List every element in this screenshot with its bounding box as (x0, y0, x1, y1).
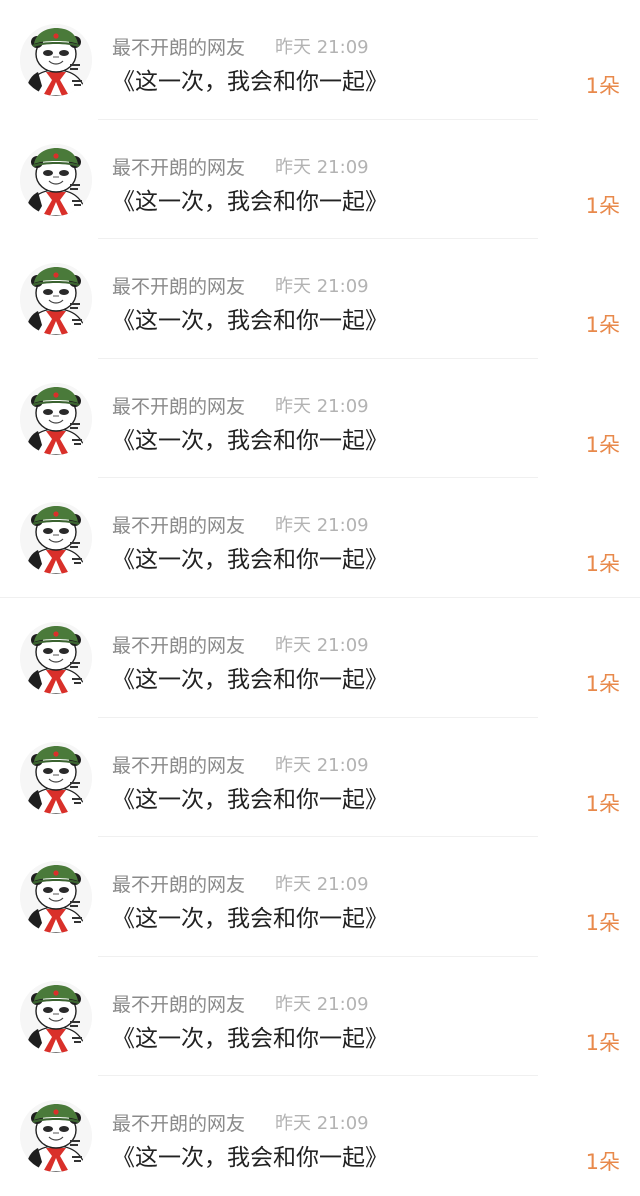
gift-count[interactable]: 1朵 (586, 192, 620, 220)
gift-count[interactable]: 1朵 (586, 431, 620, 459)
timestamp: 昨天 21:09 (275, 1113, 369, 1135)
username[interactable]: 最不开朗的网友 (112, 873, 245, 897)
comment-row[interactable]: 最不开朗的网友 昨天 21:09 《这一次，我会和你一起》 1朵 (0, 1076, 640, 1196)
username[interactable]: 最不开朗的网友 (112, 36, 245, 60)
comment-text: 《这一次，我会和你一起》 (112, 1145, 388, 1172)
comment-list: 最不开朗的网友 昨天 21:09 《这一次，我会和你一起》 1朵 最不开朗的网友… (0, 0, 640, 1196)
avatar[interactable] (20, 502, 92, 575)
comment-text: 《这一次，我会和你一起》 (112, 547, 388, 574)
gift-count[interactable]: 1朵 (586, 1029, 620, 1057)
comment-row[interactable]: 最不开朗的网友 昨天 21:09 《这一次，我会和你一起》 1朵 (0, 0, 640, 120)
username[interactable]: 最不开朗的网友 (112, 754, 245, 778)
panda-meme-avatar-icon (20, 861, 92, 934)
panda-meme-avatar-icon (20, 143, 92, 216)
username[interactable]: 最不开朗的网友 (112, 634, 245, 658)
avatar[interactable] (20, 980, 92, 1053)
comment-row[interactable]: 最不开朗的网友 昨天 21:09 《这一次，我会和你一起》 1朵 (0, 718, 640, 838)
gift-count[interactable]: 1朵 (586, 72, 620, 100)
comment-text: 《这一次，我会和你一起》 (112, 427, 388, 454)
username[interactable]: 最不开朗的网友 (112, 395, 245, 419)
avatar[interactable] (20, 741, 92, 814)
timestamp: 昨天 21:09 (275, 395, 369, 417)
timestamp: 昨天 21:09 (275, 635, 369, 656)
comment-text: 《这一次，我会和你一起》 (112, 786, 388, 813)
comment-row[interactable]: 最不开朗的网友 昨天 21:09 《这一次，我会和你一起》 1朵 (0, 120, 640, 240)
comment-text: 《这一次，我会和你一起》 (112, 906, 388, 933)
gift-count[interactable]: 1朵 (586, 1148, 620, 1176)
avatar[interactable] (20, 263, 92, 336)
panda-meme-avatar-icon (20, 24, 92, 96)
username[interactable]: 最不开朗的网友 (112, 514, 245, 538)
panda-meme-avatar-icon (20, 980, 92, 1053)
timestamp: 昨天 21:09 (275, 754, 369, 776)
avatar[interactable] (20, 143, 92, 216)
gift-count[interactable]: 1朵 (586, 311, 620, 339)
username[interactable]: 最不开朗的网友 (112, 993, 245, 1017)
comment-text: 《这一次，我会和你一起》 (112, 188, 388, 215)
comment-row[interactable]: 最不开朗的网友 昨天 21:09 《这一次，我会和你一起》 1朵 (0, 957, 640, 1077)
comment-text: 《这一次，我会和你一起》 (112, 69, 388, 95)
comment-row[interactable]: 最不开朗的网友 昨天 21:09 《这一次，我会和你一起》 1朵 (0, 478, 640, 598)
gift-count[interactable]: 1朵 (586, 670, 620, 698)
timestamp: 昨天 21:09 (275, 37, 369, 58)
timestamp: 昨天 21:09 (275, 156, 369, 178)
panda-meme-avatar-icon (20, 741, 92, 814)
panda-meme-avatar-icon (20, 263, 92, 336)
username[interactable]: 最不开朗的网友 (112, 156, 245, 180)
comment-row[interactable]: 最不开朗的网友 昨天 21:09 《这一次，我会和你一起》 1朵 (0, 837, 640, 957)
comment-row[interactable]: 最不开朗的网友 昨天 21:09 《这一次，我会和你一起》 1朵 (0, 359, 640, 479)
avatar[interactable] (20, 382, 92, 455)
panda-meme-avatar-icon (20, 502, 92, 575)
avatar[interactable] (20, 622, 92, 694)
gift-count[interactable]: 1朵 (586, 909, 620, 937)
comment-row[interactable]: 最不开朗的网友 昨天 21:09 《这一次，我会和你一起》 1朵 (0, 598, 640, 718)
panda-meme-avatar-icon (20, 622, 92, 694)
panda-meme-avatar-icon (20, 1100, 92, 1173)
gift-count[interactable]: 1朵 (586, 790, 620, 818)
timestamp: 昨天 21:09 (275, 276, 369, 298)
timestamp: 昨天 21:09 (275, 993, 369, 1015)
comment-row[interactable]: 最不开朗的网友 昨天 21:09 《这一次，我会和你一起》 1朵 (0, 239, 640, 359)
comment-text: 《这一次，我会和你一起》 (112, 308, 388, 335)
avatar[interactable] (20, 1100, 92, 1173)
comment-text: 《这一次，我会和你一起》 (112, 667, 388, 693)
avatar[interactable] (20, 24, 92, 96)
timestamp: 昨天 21:09 (275, 874, 369, 896)
username[interactable]: 最不开朗的网友 (112, 275, 245, 299)
panda-meme-avatar-icon (20, 382, 92, 455)
avatar[interactable] (20, 861, 92, 934)
username[interactable]: 最不开朗的网友 (112, 1112, 245, 1136)
comment-text: 《这一次，我会和你一起》 (112, 1025, 388, 1052)
gift-count[interactable]: 1朵 (586, 550, 620, 578)
timestamp: 昨天 21:09 (275, 515, 369, 537)
